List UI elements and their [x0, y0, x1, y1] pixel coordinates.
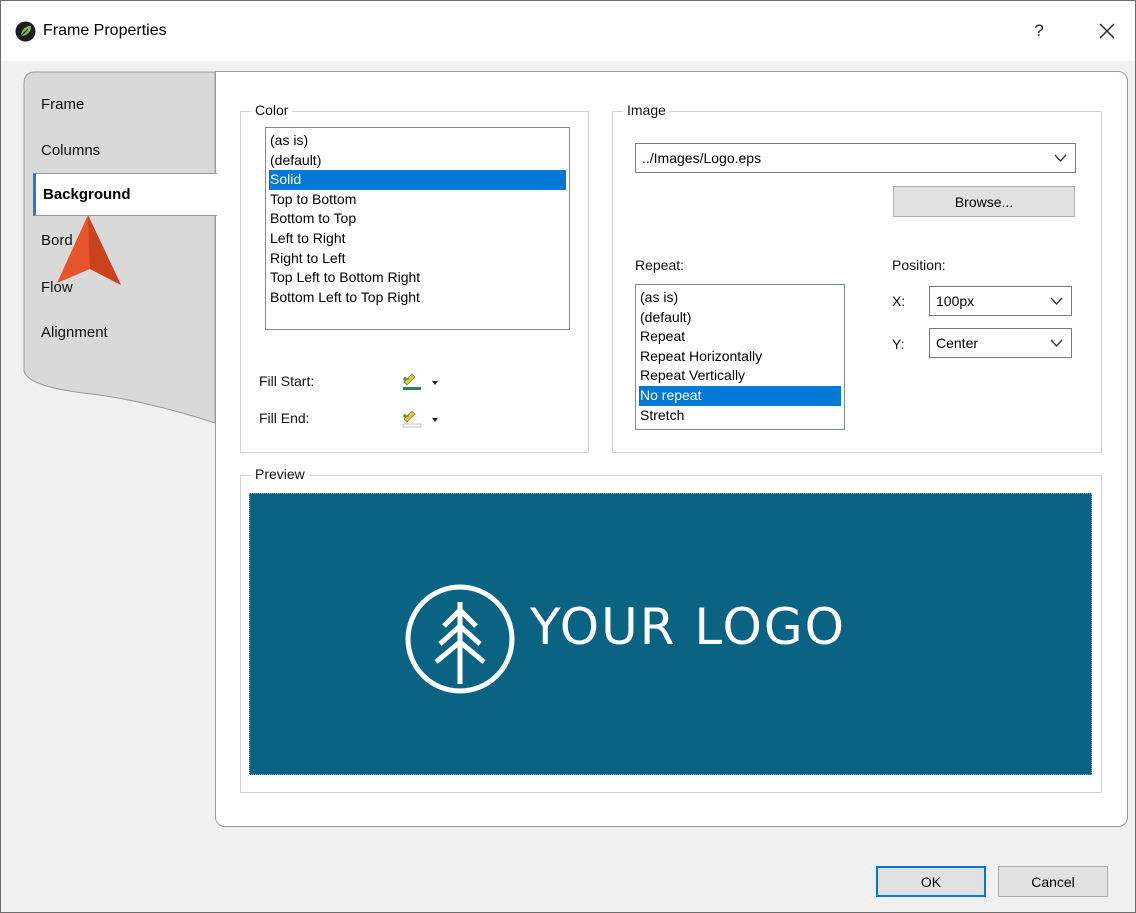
color-group-legend: Color [251, 102, 293, 118]
chevron-down-icon [432, 418, 438, 422]
list-item[interactable]: (default) [639, 308, 841, 328]
position-y-value: Center [936, 335, 979, 351]
list-item[interactable]: Repeat [639, 327, 841, 347]
list-item-selected[interactable]: Solid [269, 170, 566, 190]
tab-columns[interactable]: Columns [41, 142, 100, 159]
logo: YOUR LOGO [400, 584, 870, 694]
position-y-label: Y: [892, 336, 905, 352]
position-x-dropdown[interactable]: 100px [929, 286, 1072, 316]
list-item[interactable]: Repeat Vertically [639, 366, 841, 386]
list-item[interactable]: Top to Bottom [269, 190, 566, 210]
position-label: Position: [892, 257, 946, 273]
close-button[interactable] [1087, 13, 1127, 49]
chevron-down-icon [1050, 297, 1063, 305]
chevron-down-icon [1050, 339, 1063, 347]
tab-alignment[interactable]: Alignment [41, 324, 108, 341]
image-path-value: ../Images/Logo.eps [642, 150, 762, 166]
frame-properties-dialog: Frame Properties ? Frame Columns Backgro… [0, 0, 1136, 913]
preview-group-legend: Preview [251, 466, 309, 482]
list-item-selected[interactable]: No repeat [639, 385, 841, 406]
fill-start-label: Fill Start: [259, 373, 315, 389]
list-item[interactable]: Stretch [639, 406, 841, 426]
tab-background[interactable]: Background [33, 173, 217, 216]
help-button[interactable]: ? [1019, 13, 1059, 49]
image-path-dropdown[interactable]: ../Images/Logo.eps [635, 143, 1076, 173]
fill-start-color-picker[interactable] [401, 370, 441, 392]
window-title: Frame Properties [43, 22, 167, 39]
list-item[interactable]: Top Left to Bottom Right [269, 268, 566, 288]
fill-end-label: Fill End: [259, 410, 310, 426]
list-item[interactable]: Bottom to Top [269, 209, 566, 229]
preview-canvas: YOUR LOGO [249, 493, 1092, 775]
repeat-label: Repeat: [635, 257, 685, 273]
chevron-down-icon [432, 381, 438, 385]
close-icon [1099, 23, 1115, 39]
position-x-value: 100px [936, 293, 975, 309]
ok-button[interactable]: OK [876, 866, 986, 897]
browse-button[interactable]: Browse... [893, 186, 1075, 217]
tree-logo-icon [405, 584, 515, 694]
pointer-arrow-icon [57, 215, 121, 285]
image-group-legend: Image [623, 102, 670, 118]
position-y-dropdown[interactable]: Center [929, 328, 1072, 358]
title-bar: Frame Properties ? [1, 1, 1135, 61]
app-leaf-icon [15, 21, 36, 42]
cancel-button[interactable]: Cancel [998, 866, 1108, 897]
list-item[interactable]: Left to Right [269, 229, 566, 249]
list-item[interactable]: (as is) [269, 131, 566, 151]
color-type-list[interactable]: (as is) (default) Solid Top to Bottom Bo… [265, 127, 570, 330]
logo-text: YOUR LOGO [530, 598, 846, 656]
fill-end-color-picker[interactable] [401, 407, 441, 429]
tab-background-label: Background [43, 186, 131, 203]
list-item[interactable]: (default) [269, 151, 566, 171]
list-item[interactable]: Bottom Left to Top Right [269, 288, 566, 308]
list-item[interactable]: Repeat Horizontally [639, 347, 841, 367]
chevron-down-icon [1054, 154, 1067, 162]
list-item[interactable]: (as is) [639, 288, 841, 308]
tab-frame[interactable]: Frame [41, 96, 84, 113]
list-item[interactable]: Right to Left [269, 249, 566, 269]
position-x-label: X: [892, 293, 906, 309]
repeat-list[interactable]: (as is) (default) Repeat Repeat Horizont… [635, 284, 845, 430]
